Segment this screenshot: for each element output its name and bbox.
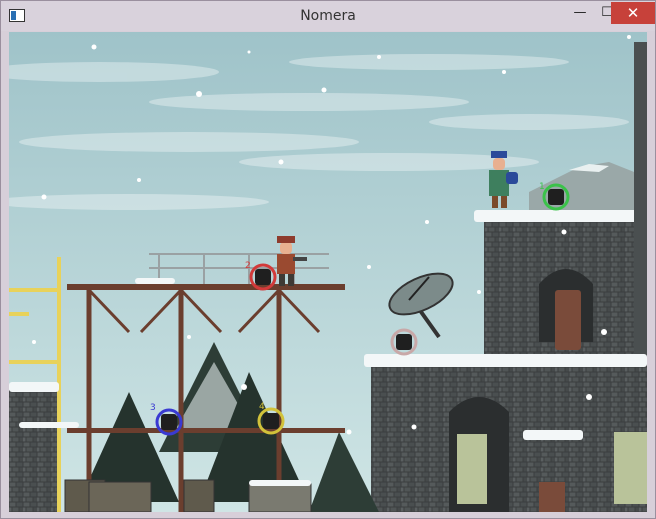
game-viewport[interactable]: 1 2 3 4 (9, 32, 647, 512)
bomb-label-3: 3 (150, 403, 156, 413)
minimize-button[interactable]: — (566, 2, 594, 24)
game-scene: 1 2 3 4 (9, 32, 647, 512)
fortress-window (457, 434, 487, 504)
bomb-label-1: 1 (539, 182, 545, 192)
title-bar[interactable]: Nomera — ☐ ✕ (1, 1, 655, 31)
game-window: Nomera — ☐ ✕ 1 2 3 4 (0, 0, 656, 519)
bomb-label-2: 2 (245, 261, 251, 271)
bomb-label-4: 4 (259, 402, 265, 412)
fortress-mid-ledge (364, 354, 647, 367)
fortress-column (634, 42, 647, 362)
left-stone-wall (9, 390, 57, 512)
close-button[interactable]: ✕ (611, 2, 655, 24)
ground-crates (64, 479, 312, 512)
window-title: Nomera (300, 8, 356, 24)
fortress-top-ledge (474, 210, 644, 222)
fortress-door (555, 290, 581, 350)
